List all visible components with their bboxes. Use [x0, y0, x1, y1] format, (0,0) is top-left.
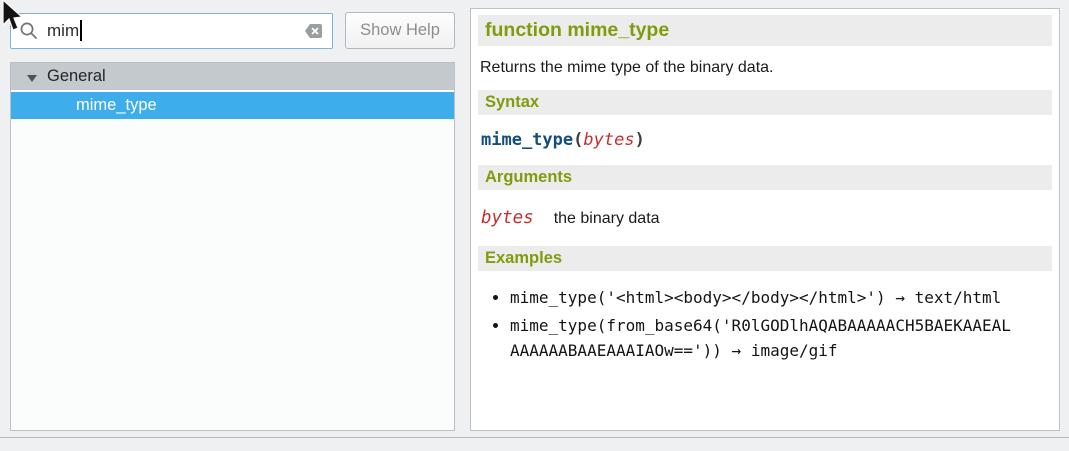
tree-category-label: General: [47, 67, 106, 86]
text-caret: [80, 20, 82, 41]
examples-heading: Examples: [478, 246, 1052, 271]
show-help-button[interactable]: Show Help: [345, 12, 455, 49]
search-input[interactable]: mim: [10, 13, 333, 49]
function-help-window: mim Show Help General mime_type function…: [0, 0, 1069, 451]
code-close-paren: ): [635, 130, 645, 150]
doc-description: Returns the mime type of the binary data…: [480, 59, 1052, 77]
collapse-arrow-icon[interactable]: [27, 75, 37, 82]
help-content-panel: function mime_type Returns the mime type…: [470, 8, 1060, 431]
function-tree: General mime_type: [10, 62, 455, 431]
clear-search-icon[interactable]: [304, 21, 324, 41]
tree-item-label: mime_type: [76, 96, 157, 115]
example-item: mime_type('<html><body></body></html>') …: [510, 285, 1018, 311]
code-function-name: mime_type: [481, 130, 573, 150]
argument-row: bytes the binary data: [481, 208, 1052, 228]
tree-category-general[interactable]: General: [11, 63, 454, 90]
syntax-heading: Syntax: [478, 90, 1052, 115]
code-parameter: bytes: [583, 130, 634, 150]
doc-title: function mime_type: [478, 15, 1052, 46]
argument-description: the binary data: [554, 210, 660, 228]
code-open-paren: (: [573, 130, 583, 150]
argument-name: bytes: [481, 208, 534, 228]
arguments-heading: Arguments: [478, 165, 1052, 190]
tree-item-mime-type[interactable]: mime_type: [11, 92, 454, 119]
examples-list: mime_type('<html><body></body></html>') …: [478, 285, 1018, 364]
example-item: mime_type(from_base64('R0lGODlhAQABAAAAA…: [510, 313, 1018, 364]
search-toolbar: mim Show Help: [10, 12, 455, 49]
bottom-divider: [0, 437, 1069, 438]
search-text: mim: [47, 21, 79, 41]
search-icon: [19, 21, 38, 40]
syntax-code: mime_type(bytes): [481, 130, 1052, 150]
